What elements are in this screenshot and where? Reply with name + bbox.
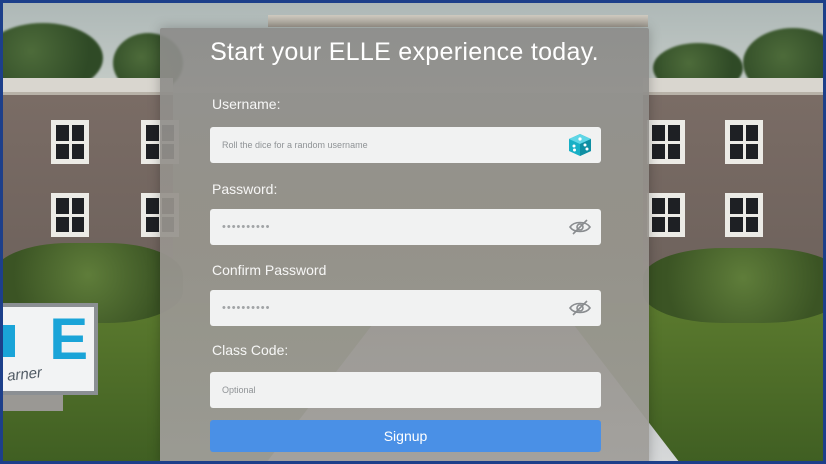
signup-button[interactable]: Signup	[210, 420, 601, 452]
signup-title: Start your ELLE experience today.	[210, 38, 599, 66]
roof-trim	[268, 15, 648, 27]
building-window	[725, 120, 763, 164]
building-window	[51, 120, 89, 164]
password-field[interactable]: ••••••••••	[210, 209, 601, 245]
building-window	[51, 193, 89, 237]
class-code-field[interactable]: Optional	[210, 372, 601, 408]
eye-slash-icon[interactable]	[567, 297, 593, 319]
username-placeholder: Roll the dice for a random username	[222, 140, 368, 150]
building-window	[725, 193, 763, 237]
confirm-password-field[interactable]: ••••••••••	[210, 290, 601, 326]
building-window	[647, 120, 685, 164]
class-code-label: Class Code:	[212, 342, 289, 358]
password-label: Password:	[212, 181, 278, 197]
app-frame: E arner Start your ELLE experience today…	[0, 0, 826, 464]
class-code-placeholder: Optional	[222, 385, 256, 395]
signup-panel: Start your ELLE experience today. Userna…	[160, 28, 649, 461]
dice-icon[interactable]	[565, 131, 595, 159]
confirm-password-value: ••••••••••	[222, 302, 271, 314]
elle-sign: E arner	[3, 303, 98, 395]
username-label: Username:	[212, 96, 281, 112]
password-value: ••••••••••	[222, 221, 271, 233]
hedge-background	[643, 248, 823, 323]
sign-text: arner	[6, 364, 43, 385]
eye-slash-icon[interactable]	[567, 216, 593, 238]
username-field[interactable]: Roll the dice for a random username	[210, 127, 601, 163]
confirm-password-label: Confirm Password	[212, 262, 327, 278]
building-window	[647, 193, 685, 237]
sign-post	[3, 395, 63, 411]
